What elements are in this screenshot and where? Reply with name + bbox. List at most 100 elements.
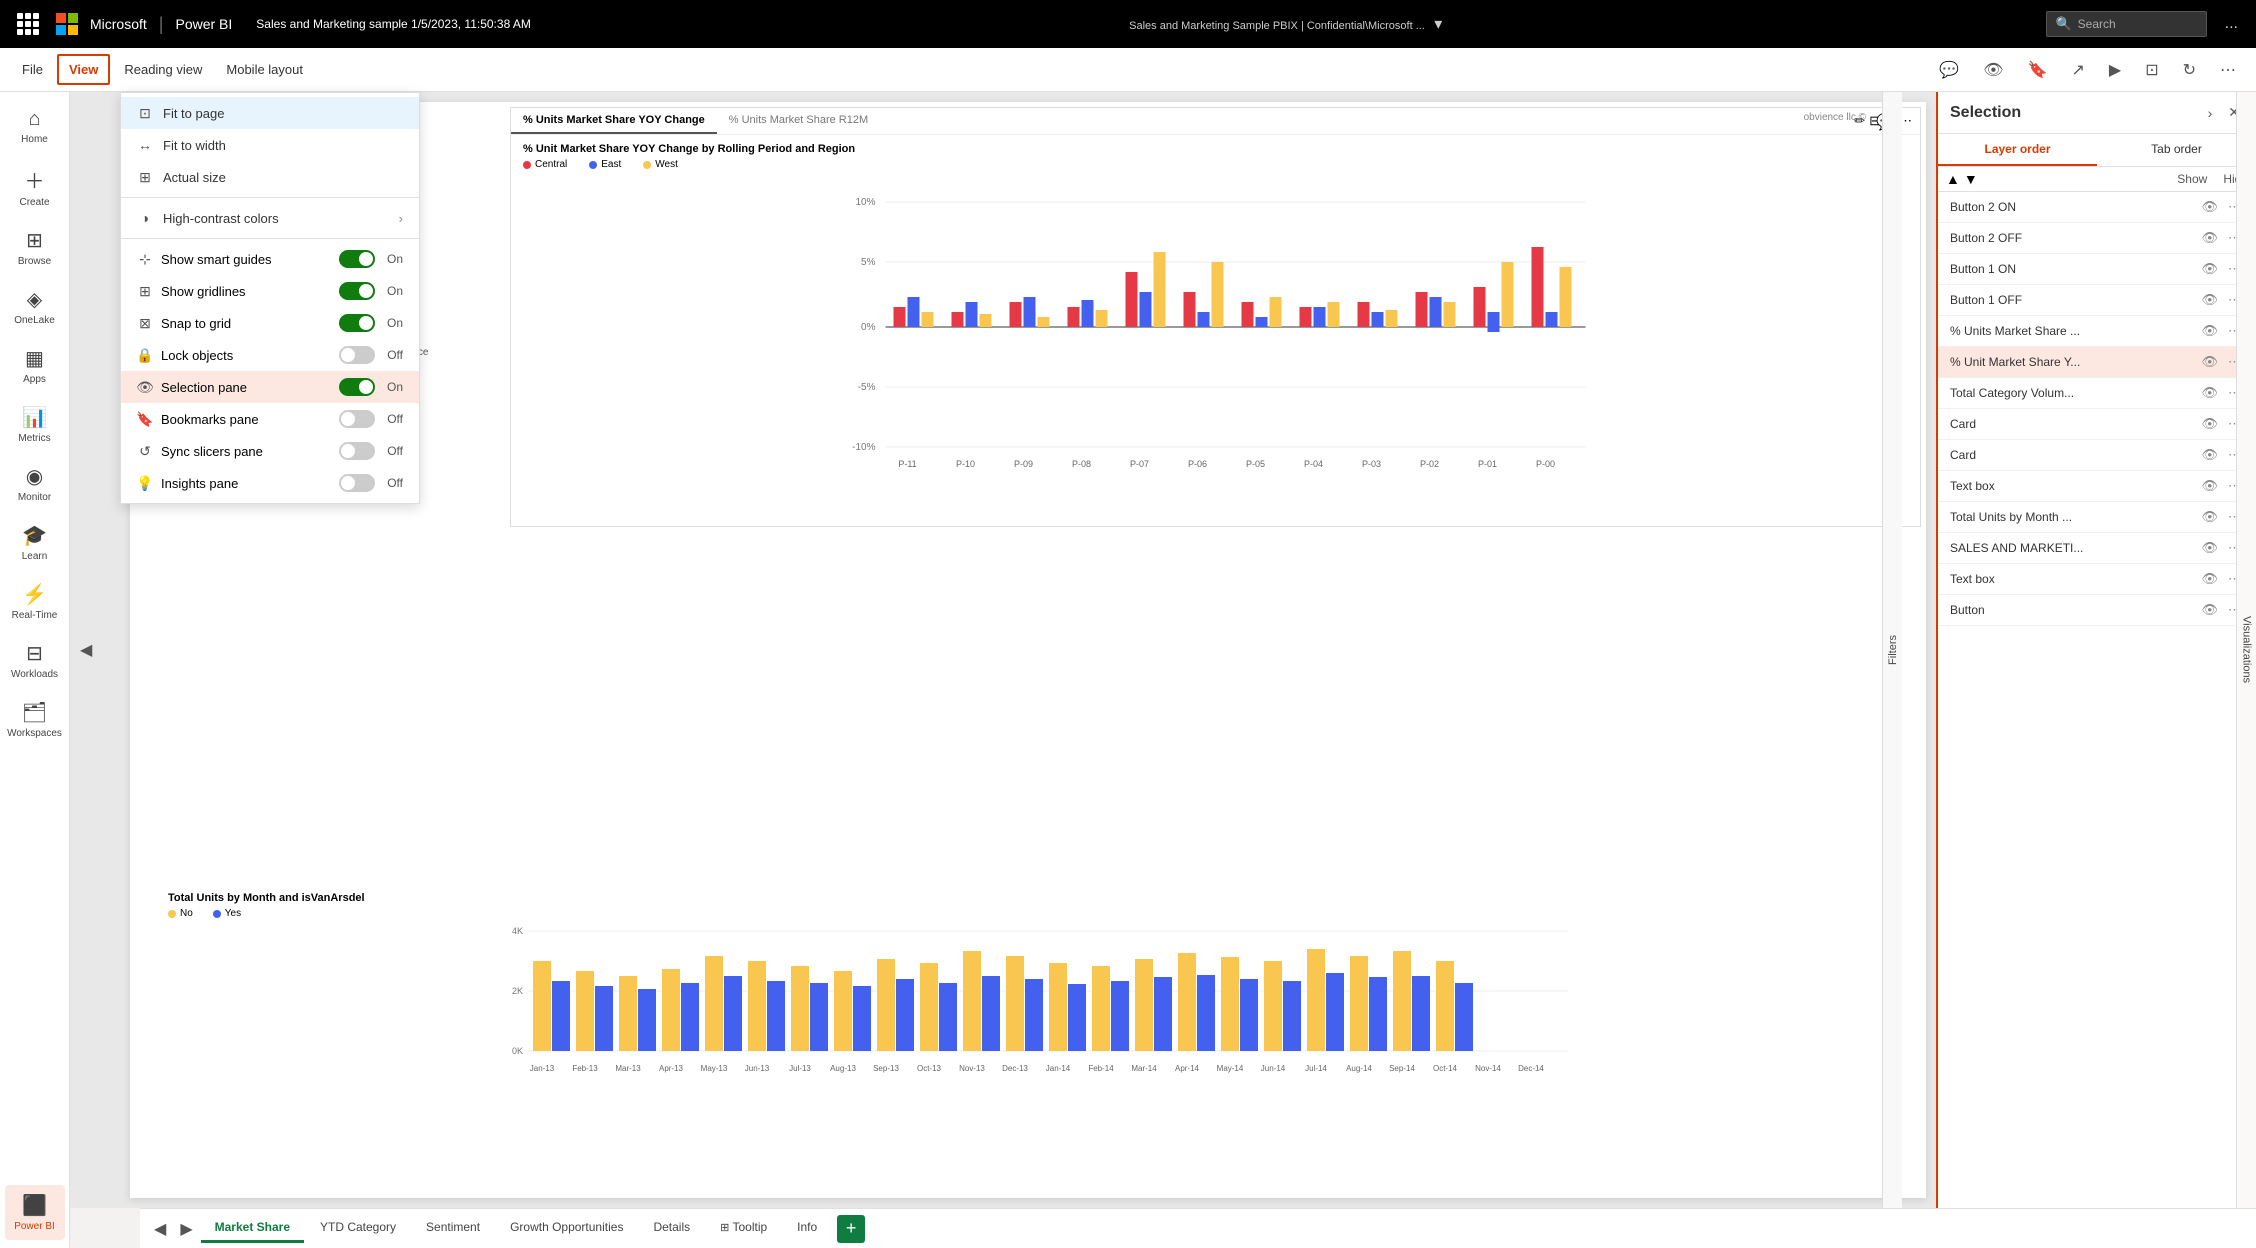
gridlines-toggle[interactable] (339, 282, 375, 300)
sync-label: Sync slicers pane (161, 444, 331, 459)
layer-visibility-btn[interactable]: 👁 (2198, 198, 2221, 216)
comment-icon-btn[interactable]: 💬 (1931, 56, 1967, 84)
collapse-left-btn[interactable]: ◀ (80, 640, 92, 660)
layer-visibility-btn[interactable]: 👁 (2198, 384, 2221, 402)
layer-item[interactable]: Total Category Volum... 👁 ⋯ (1938, 378, 2256, 409)
layer-visibility-btn[interactable]: 👁 (2198, 415, 2221, 433)
layer-visibility-btn[interactable]: 👁 (2198, 291, 2221, 309)
filters-panel-strip[interactable]: Filters (1882, 92, 1902, 1208)
layer-item[interactable]: Button 2 OFF 👁 ⋯ (1938, 223, 2256, 254)
layer-item[interactable]: Button 1 ON 👁 ⋯ (1938, 254, 2256, 285)
menu-item-high-contrast[interactable]: ◑ High-contrast colors › (121, 202, 419, 234)
layer-visibility-btn[interactable]: 👁 (2198, 601, 2221, 619)
smart-guides-toggle[interactable] (339, 250, 375, 268)
mobile-layout-button[interactable]: Mobile layout (216, 56, 313, 83)
present-icon-btn[interactable]: ▶ (2101, 56, 2129, 84)
page-tab[interactable]: YTD Category (306, 1214, 410, 1243)
lock-label: Lock objects (161, 348, 331, 363)
bookmarks-label: Bookmarks pane (161, 412, 331, 427)
sync-toggle[interactable] (339, 442, 375, 460)
nav-browse[interactable]: ⊞ Browse (5, 220, 65, 275)
bookmarks-pane-row: 🔖 Bookmarks pane Off (121, 403, 419, 435)
app-grid-button[interactable] (12, 8, 44, 40)
page-tab[interactable]: Growth Opportunities (496, 1214, 637, 1243)
layer-item[interactable]: Total Units by Month ... 👁 ⋯ (1938, 502, 2256, 533)
layer-item[interactable]: Card 👁 ⋯ (1938, 409, 2256, 440)
layer-visibility-btn[interactable]: 👁 (2198, 539, 2221, 557)
nav-workspaces[interactable]: 🗂 Workspaces (5, 692, 65, 747)
reading-view-button[interactable]: Reading view (114, 56, 212, 83)
layer-item[interactable]: Text box 👁 ⋯ (1938, 564, 2256, 595)
page-tab[interactable]: Details (639, 1214, 704, 1243)
snap-toggle[interactable] (339, 314, 375, 332)
layer-item[interactable]: Button 1 OFF 👁 ⋯ (1938, 285, 2256, 316)
page-tab[interactable]: Market Share (201, 1214, 304, 1243)
sync-icon: ↺ (137, 443, 153, 459)
layer-item[interactable]: Button 👁 ⋯ (1938, 595, 2256, 626)
layer-down-btn[interactable]: ▼ (1964, 171, 1978, 187)
nav-onelake[interactable]: ◈ OneLake (5, 279, 65, 334)
tab-tab-order[interactable]: Tab order (2097, 134, 2256, 166)
search-input[interactable] (2078, 17, 2198, 31)
menu-divider-2 (121, 238, 419, 239)
layer-up-btn[interactable]: ▲ (1946, 171, 1960, 187)
nav-learn[interactable]: 🎓 Learn (5, 515, 65, 570)
layer-visibility-btn[interactable]: 👁 (2198, 229, 2221, 247)
page-tab[interactable]: Sentiment (412, 1214, 494, 1243)
show-label[interactable]: Show (2177, 172, 2207, 186)
more-ribbon-btn[interactable]: ⋯ (2212, 56, 2244, 84)
layer-visibility-btn[interactable]: 👁 (2198, 322, 2221, 340)
visualizations-strip[interactable]: Visualizations (2236, 92, 2256, 1208)
search-box[interactable]: 🔍 (2046, 11, 2206, 37)
page-tab[interactable]: Info (783, 1214, 831, 1243)
layer-visibility-btn[interactable]: 👁 (2198, 477, 2221, 495)
layer-visibility-btn[interactable]: 👁 (2198, 353, 2221, 371)
share-icon-btn[interactable]: ↗ (2063, 56, 2092, 84)
nav-home[interactable]: ⌂ Home (5, 100, 65, 153)
menu-item-actual-size[interactable]: ⊞ Actual size (121, 161, 419, 193)
maximize-icon-btn[interactable]: ⊡ (2137, 56, 2166, 84)
layer-item[interactable]: % Units Market Share ... 👁 ⋯ (1938, 316, 2256, 347)
lock-toggle[interactable] (339, 346, 375, 364)
add-page-btn[interactable]: + (837, 1215, 865, 1243)
layer-item[interactable]: % Unit Market Share Y... 👁 ⋯ (1938, 347, 2256, 378)
menu-item-fit-to-page[interactable]: ⊡ Fit to page (121, 97, 419, 129)
nav-workloads[interactable]: ⊟ Workloads (5, 633, 65, 688)
nav-monitor[interactable]: ◉ Monitor (5, 456, 65, 511)
layer-item[interactable]: Text box 👁 ⋯ (1938, 471, 2256, 502)
sensitivity-icon-btn[interactable]: 👁 (1975, 56, 2011, 84)
nav-metrics[interactable]: 📊 Metrics (5, 397, 65, 452)
chart-tab-r12m[interactable]: % Units Market Share R12M (717, 108, 880, 134)
nav-create[interactable]: ＋ Create (5, 157, 65, 216)
refresh-icon-btn[interactable]: ↻ (2175, 56, 2204, 84)
nav-apps[interactable]: ▦ Apps (5, 338, 65, 393)
bookmark-icon-btn[interactable]: 🔖 (2020, 56, 2056, 84)
legend-yes: Yes (213, 908, 241, 919)
panel-expand-btn[interactable]: › (2204, 103, 2217, 123)
page-prev-btn[interactable]: ◀ (148, 1215, 172, 1243)
layer-visibility-btn[interactable]: 👁 (2198, 508, 2221, 526)
layer-item[interactable]: Button 2 ON 👁 ⋯ (1938, 192, 2256, 223)
layer-visibility-btn[interactable]: 👁 (2198, 570, 2221, 588)
file-info-dropdown[interactable]: ▾ (1428, 10, 1448, 38)
menu-item-fit-to-width[interactable]: ↔ Fit to width (121, 129, 419, 161)
file-menu-button[interactable]: File (12, 56, 53, 83)
topbar-more-options[interactable]: ... (2219, 11, 2244, 37)
page-tab[interactable]: ⊞ Tooltip (706, 1214, 781, 1243)
nav-realtime[interactable]: ⚡ Real-Time (5, 574, 65, 629)
svg-text:P-06: P-06 (1188, 459, 1207, 469)
view-menu-button[interactable]: View (57, 54, 110, 85)
bookmarks-toggle[interactable] (339, 410, 375, 428)
svg-text:Mar-13: Mar-13 (615, 1064, 641, 1073)
layer-visibility-btn[interactable]: 👁 (2198, 446, 2221, 464)
insights-toggle[interactable] (339, 474, 375, 492)
layer-item[interactable]: SALES AND MARKETI... 👁 ⋯ (1938, 533, 2256, 564)
tab-layer-order[interactable]: Layer order (1938, 134, 2097, 166)
page-next-btn[interactable]: ▶ (174, 1215, 198, 1243)
layer-visibility-btn[interactable]: 👁 (2198, 260, 2221, 278)
selection-pane-toggle[interactable] (339, 378, 375, 396)
chart-tab-yoy[interactable]: % Units Market Share YOY Change (511, 108, 717, 134)
nav-powerbi[interactable]: ⬛ Power BI (5, 1185, 65, 1240)
layer-item[interactable]: Card 👁 ⋯ (1938, 440, 2256, 471)
selection-pane-status: On (387, 380, 403, 394)
